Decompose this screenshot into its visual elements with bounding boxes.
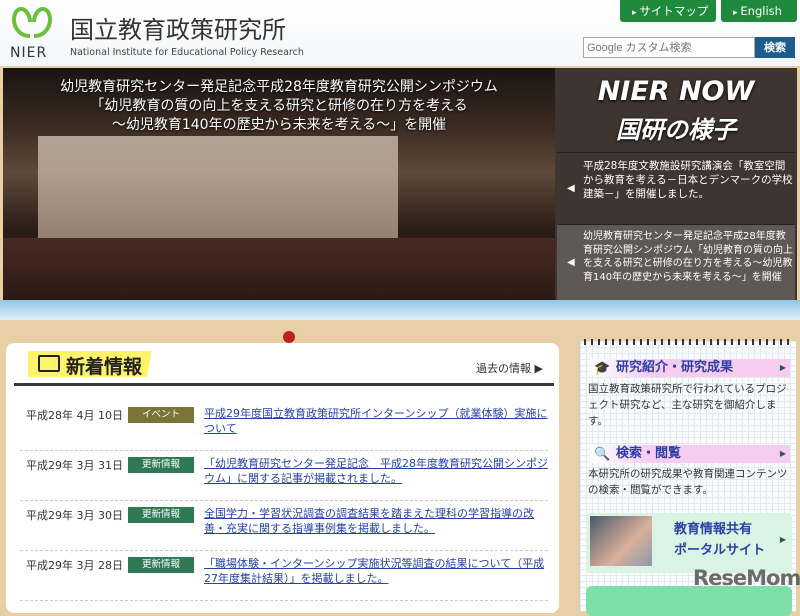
divider-strip xyxy=(0,300,800,320)
newspaper-icon xyxy=(38,355,60,372)
arrow-right-icon: ▶ xyxy=(779,449,786,458)
news-category-badge: 更新情報 xyxy=(128,557,194,573)
news-link[interactable]: 「職場体験・インターンシップ実施状況等調査の結果について（平成27年度集計結果）… xyxy=(204,556,549,586)
side-banner[interactable] xyxy=(586,586,792,616)
left-arrow-icon: ◀ xyxy=(567,182,575,194)
search-button[interactable]: 検索 xyxy=(755,37,795,58)
news-item: 平成29年 3月 30日 更新情報 全国学力・学習状況調査の調査結果を踏まえた理… xyxy=(20,501,548,551)
hero-banner[interactable]: 幼児教育研究センター発足記念平成28年度教育研究公開シンポジウム 「幼児教育の質… xyxy=(3,68,555,300)
news-item: 平成29年 3月 31日 更新情報 「幼児教育研究センター発足記念 平成28年度… xyxy=(20,451,548,501)
news-link[interactable]: 全国学力・学習状況調査の調査結果を踏まえた理科の学習指導の改善・充実に関する指導… xyxy=(204,506,549,536)
nier-now-item[interactable]: ◀ 幼児教育研究センター発足記念平成28年度教育研究公開シンポジウム「幼児教育の… xyxy=(557,224,795,300)
search-browse-title: 検索・閲覧 xyxy=(616,446,682,461)
search-input[interactable] xyxy=(583,37,755,58)
nier-now-item-text: 平成28年度文教施設研究講演会「教室空間から教育を考える－日本とデンマークの学校… xyxy=(583,160,793,200)
news-date: 平成29年 3月 31日 xyxy=(26,459,123,472)
news-link[interactable]: 「幼児教育研究センター発足記念 平成28年度教育研究公開シンポジウム」に関する記… xyxy=(204,456,549,486)
arrow-right-icon: ▶ xyxy=(779,363,786,372)
pushpin-icon xyxy=(283,331,295,343)
news-date: 平成29年 3月 28日 xyxy=(26,559,123,572)
portal-site-banner[interactable]: 教育情報共有 ポータルサイト ▶ xyxy=(586,513,792,573)
nier-now-subtitle: 国研の様子 xyxy=(616,116,736,144)
left-arrow-icon: ◀ xyxy=(567,256,575,268)
news-date: 平成28年 4月 10日 xyxy=(26,409,123,422)
news-category-badge: 更新情報 xyxy=(128,457,194,473)
news-panel: 新着情報 過去の情報 ▶ 平成28年 4月 10日 イベント 平成29年度国立教… xyxy=(6,343,559,613)
portal-photo xyxy=(590,516,652,566)
nier-now-title: NIER NOW xyxy=(597,76,755,107)
mortarboard-icon: 🎓 xyxy=(594,361,611,376)
nier-now-item-text: 幼児教育研究センター発足記念平成28年度教育研究公開シンポジウム「幼児教育の質の… xyxy=(583,231,793,283)
portal-line1: 教育情報共有 xyxy=(674,522,753,537)
banner-line: ～幼児教育140年の歴史から未来を考える～」を開催 xyxy=(111,117,447,133)
news-divider xyxy=(14,383,554,386)
banner-line: 幼児教育研究センター発足記念平成28年度教育研究公開シンポジウム xyxy=(60,79,498,95)
research-link[interactable]: 🎓 研究紹介・研究成果 ▶ xyxy=(590,359,790,377)
nier-logo[interactable]: NIER xyxy=(6,6,62,62)
news-item: 平成29年 3月 28日 更新情報 「職場体験・インターンシップ実施状況等調査の… xyxy=(20,551,548,601)
past-info-link[interactable]: 過去の情報 ▶ xyxy=(476,360,543,376)
logo-text: NIER xyxy=(10,45,48,61)
news-date: 平成29年 3月 30日 xyxy=(26,509,123,522)
news-title: 新着情報 xyxy=(66,356,143,378)
nier-now-panel: NIER NOW 国研の様子 ◀ 平成28年度文教施設研究講演会「教室空間から教… xyxy=(555,68,797,300)
portal-line2: ポータルサイト xyxy=(674,543,766,558)
banner-photo-audience xyxy=(3,238,555,300)
banner-line: 「幼児教育の質の向上を支える研究と研修の在り方を考える xyxy=(90,98,468,114)
watermark: ReseMom xyxy=(693,566,800,590)
site-header: NIER 国立教育政策研究所 National Institute for Ed… xyxy=(0,0,800,66)
nier-now-item[interactable]: ◀ 平成28年度文教施設研究講演会「教室空間から教育を考える－日本とデンマークの… xyxy=(557,152,795,224)
search-browse-link[interactable]: 🔍 検索・閲覧 ▶ xyxy=(590,445,790,463)
research-title: 研究紹介・研究成果 xyxy=(616,360,734,375)
org-name-en: National Institute for Educational Polic… xyxy=(70,47,304,58)
org-name-ja[interactable]: 国立教育政策研究所 xyxy=(70,10,286,45)
research-desc: 国立教育政策研究所で行われているプロジェクト研究など、主な研究を御紹介します。 xyxy=(588,383,787,427)
magnifier-icon: 🔍 xyxy=(594,447,611,462)
arrow-right-icon: ▶ xyxy=(779,535,786,544)
news-link[interactable]: 平成29年度国立教育政策研究所インターンシップ（就業体験）実施について xyxy=(204,406,549,436)
english-button[interactable]: English xyxy=(721,0,797,22)
news-item: 平成28年 4月 10日 イベント 平成29年度国立教育政策研究所インターンシッ… xyxy=(20,401,548,451)
sitemap-button[interactable]: サイトマップ xyxy=(620,0,716,22)
butterfly-logo-icon xyxy=(12,7,52,38)
news-category-badge: イベント xyxy=(128,407,194,423)
search-browse-desc: 本研究所の研究成果や教育関連コンテンツの検索・閲覧ができます。 xyxy=(588,468,788,496)
notebook-rings xyxy=(584,339,794,345)
news-category-badge: 更新情報 xyxy=(128,507,194,523)
news-header: 新着情報 xyxy=(28,351,178,378)
